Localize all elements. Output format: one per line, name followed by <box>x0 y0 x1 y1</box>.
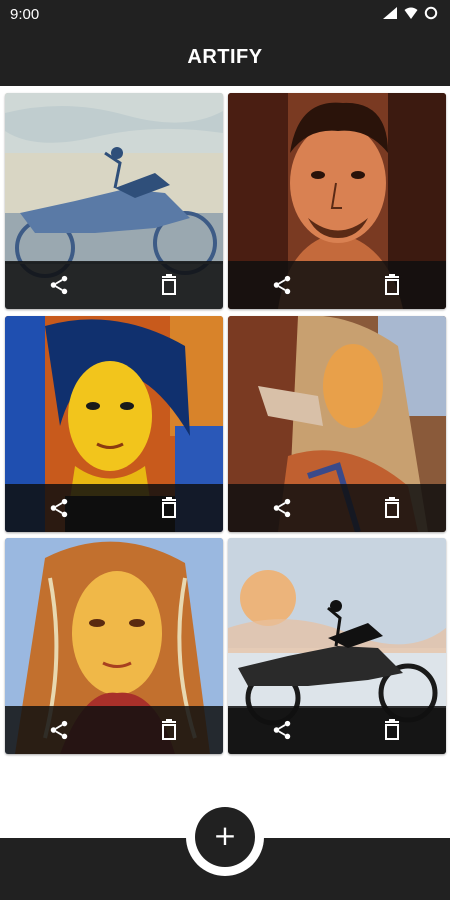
gallery-card[interactable] <box>5 538 223 754</box>
app-title: ARTIFY <box>187 46 263 68</box>
wifi-icon <box>404 6 418 20</box>
status-time: 9:00 <box>10 6 40 23</box>
delete-icon[interactable] <box>157 718 181 742</box>
card-action-bar <box>228 261 446 309</box>
gallery-card[interactable] <box>5 316 223 532</box>
add-button[interactable]: + <box>195 807 255 867</box>
delete-icon[interactable] <box>157 496 181 520</box>
share-icon[interactable] <box>270 496 294 520</box>
status-bar: 9:00 <box>0 0 450 28</box>
card-action-bar <box>5 706 223 754</box>
card-action-bar <box>228 484 446 532</box>
gallery-card[interactable] <box>228 538 446 754</box>
delete-icon[interactable] <box>380 496 404 520</box>
delete-icon[interactable] <box>380 718 404 742</box>
gallery-card[interactable] <box>5 93 223 309</box>
gallery-card[interactable] <box>228 316 446 532</box>
share-icon[interactable] <box>270 718 294 742</box>
signal-icon <box>382 6 398 20</box>
status-icons <box>382 6 438 20</box>
share-icon[interactable] <box>270 273 294 297</box>
card-action-bar <box>5 484 223 532</box>
delete-icon[interactable] <box>380 273 404 297</box>
share-icon[interactable] <box>47 718 71 742</box>
delete-icon[interactable] <box>157 273 181 297</box>
share-icon[interactable] <box>47 496 71 520</box>
app-bar: ARTIFY <box>0 28 450 86</box>
card-action-bar <box>228 706 446 754</box>
share-icon[interactable] <box>47 273 71 297</box>
battery-icon <box>424 6 438 20</box>
add-icon: + <box>213 819 237 852</box>
card-action-bar <box>5 261 223 309</box>
gallery-card[interactable] <box>228 93 446 309</box>
